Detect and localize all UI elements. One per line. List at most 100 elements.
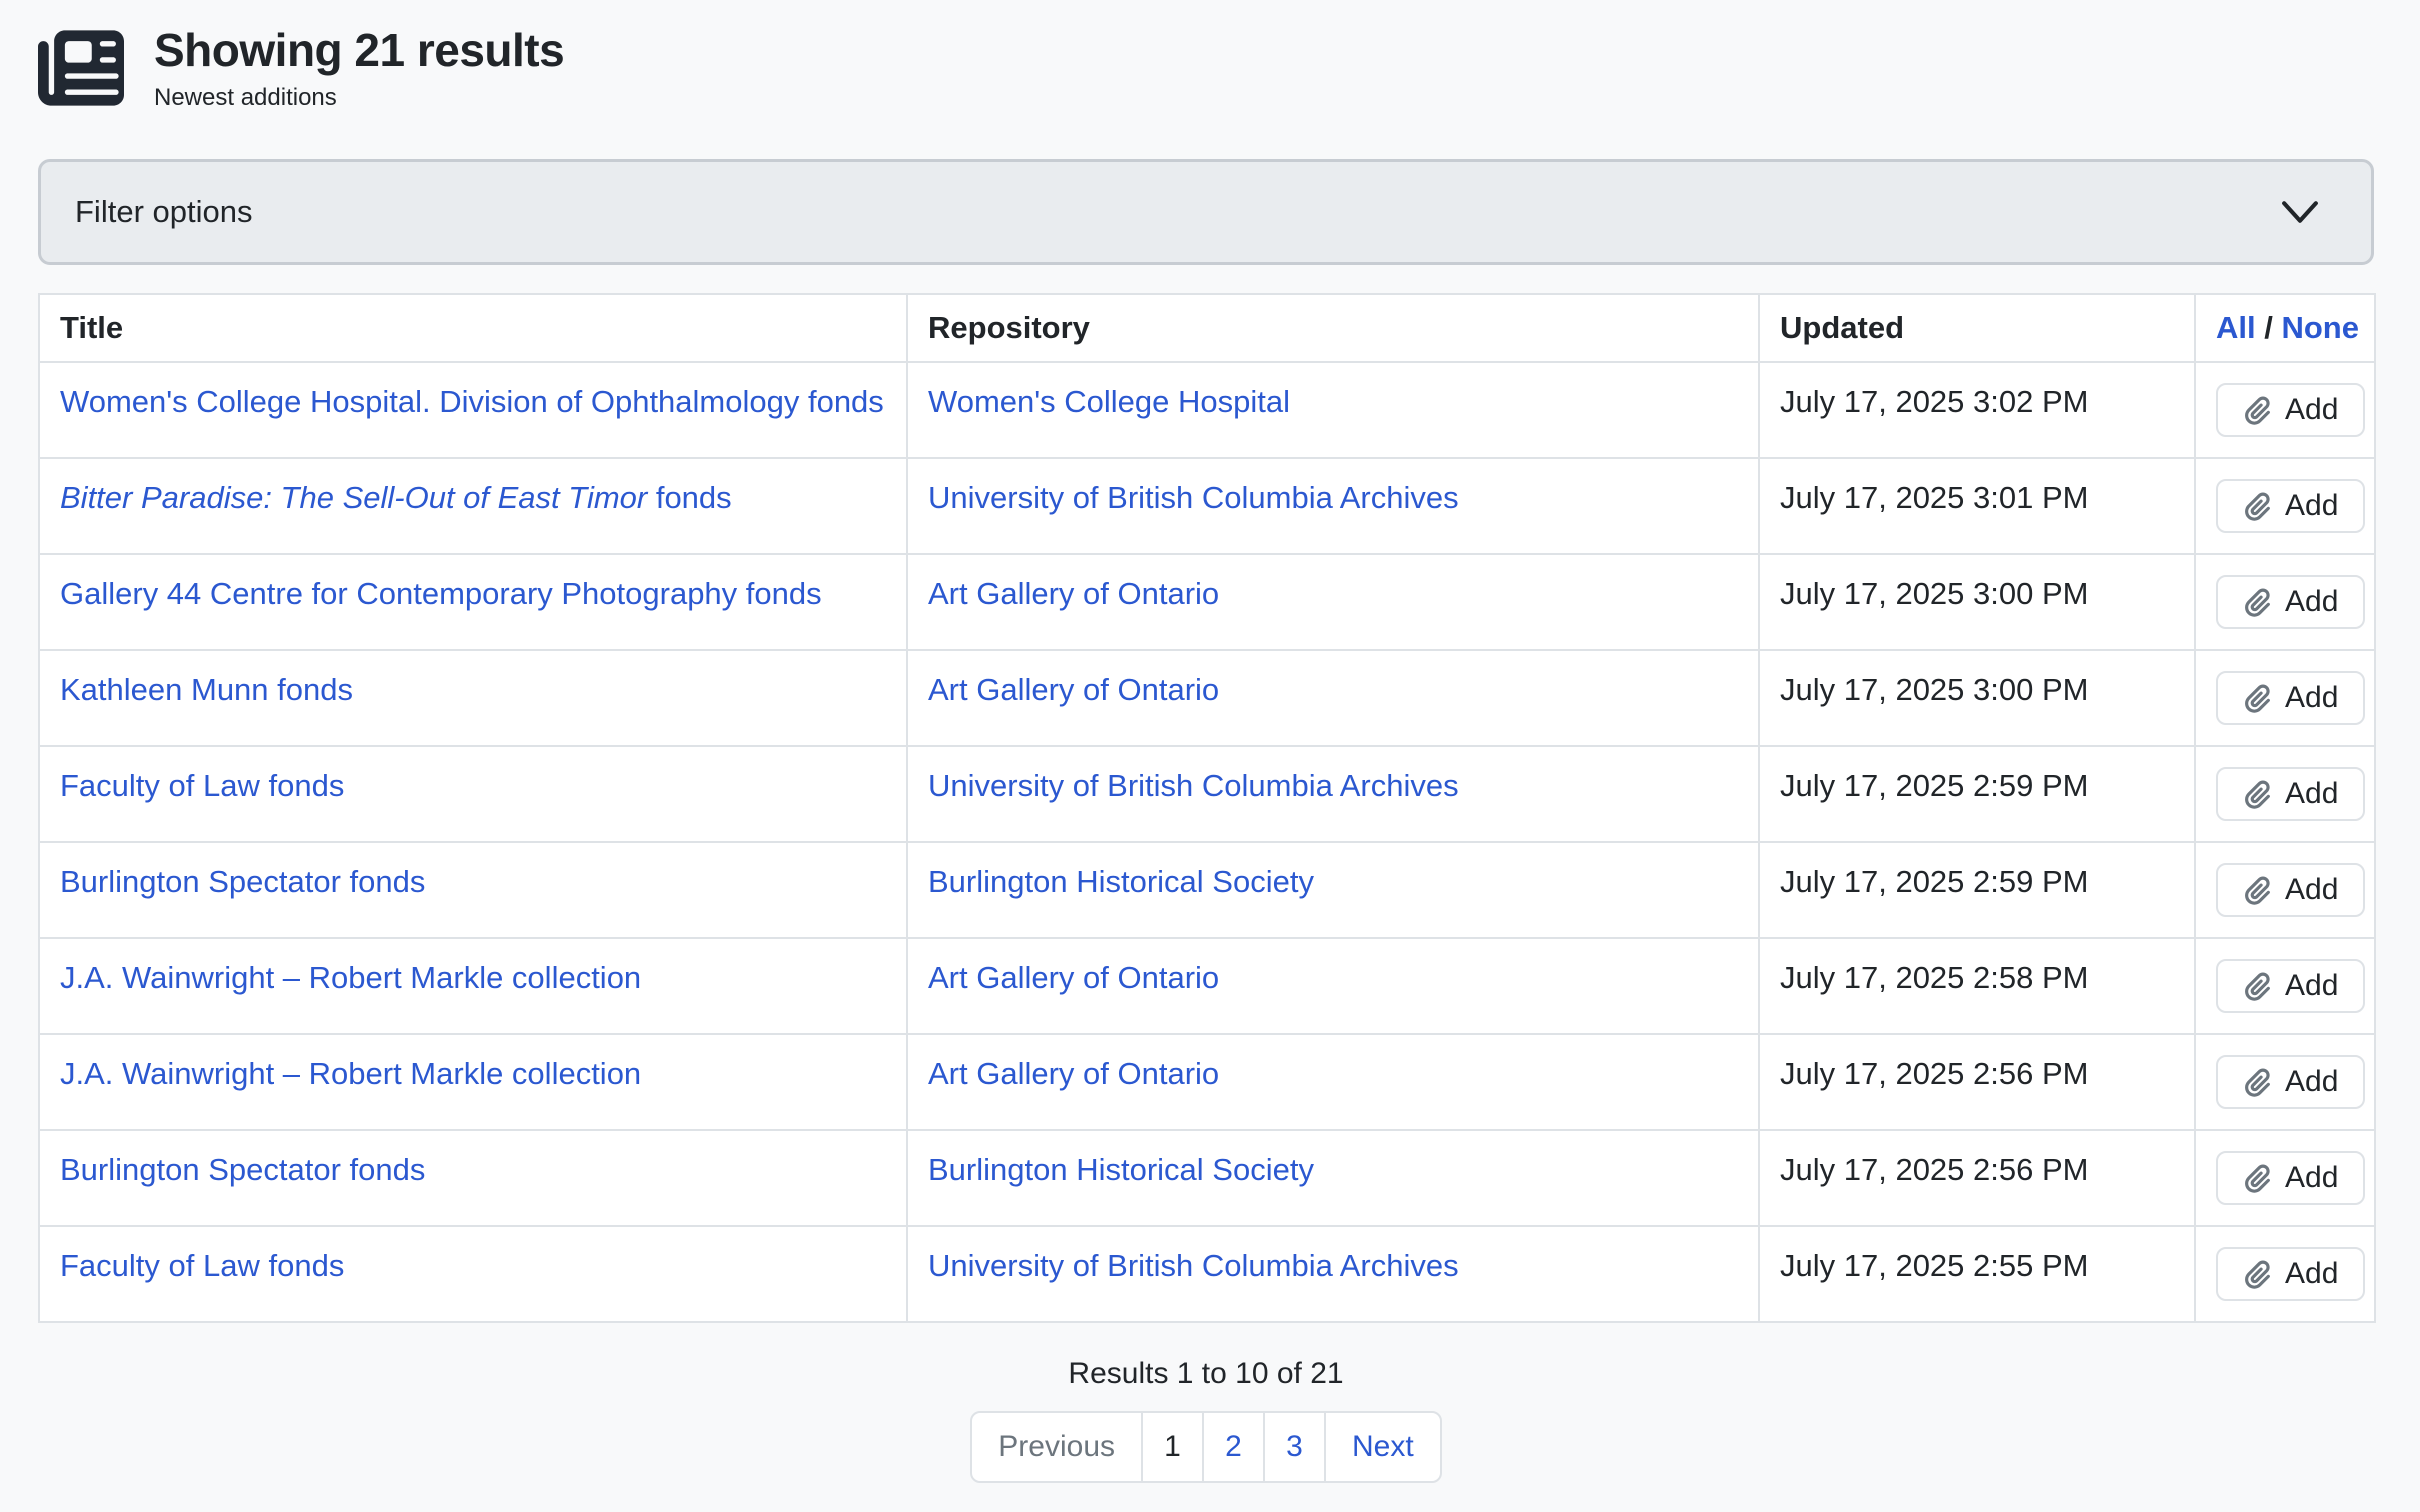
cell-title: J.A. Wainwright – Robert Markle collecti… — [39, 1034, 907, 1130]
table-row: Faculty of Law fonds University of Briti… — [39, 1226, 2375, 1322]
filter-options-toggle[interactable]: Filter options — [38, 159, 2374, 265]
paperclip-icon — [2243, 1068, 2272, 1097]
cell-title: Kathleen Munn fonds — [39, 650, 907, 746]
add-button-label: Add — [2285, 489, 2338, 523]
pagination-page-1[interactable]: 1 — [1141, 1411, 1204, 1483]
paperclip-icon — [2243, 396, 2272, 425]
paperclip-icon — [2243, 1260, 2272, 1289]
table-row: J.A. Wainwright – Robert Markle collecti… — [39, 938, 2375, 1034]
pagination-page-3[interactable]: 3 — [1263, 1411, 1326, 1483]
cell-repository: Women's College Hospital — [907, 362, 1759, 458]
repository-link[interactable]: Art Gallery of Ontario — [928, 960, 1219, 995]
chevron-down-icon — [2281, 200, 2319, 224]
table-row: Bitter Paradise: The Sell-Out of East Ti… — [39, 458, 2375, 554]
add-button[interactable]: Add — [2216, 1151, 2365, 1205]
cell-repository: University of British Columbia Archives — [907, 746, 1759, 842]
results-table: Title Repository Updated All / None Wome… — [38, 293, 2376, 1323]
table-row: J.A. Wainwright – Robert Markle collecti… — [39, 1034, 2375, 1130]
updated-timestamp: July 17, 2025 2:56 PM — [1780, 1056, 2088, 1091]
cell-title: Burlington Spectator fonds — [39, 842, 907, 938]
cell-repository: Art Gallery of Ontario — [907, 650, 1759, 746]
add-button[interactable]: Add — [2216, 671, 2365, 725]
add-button-label: Add — [2285, 873, 2338, 907]
record-title-link[interactable]: Burlington Spectator fonds — [60, 864, 425, 899]
record-title-link[interactable]: Bitter Paradise: The Sell-Out of East Ti… — [60, 480, 732, 515]
select-all-link[interactable]: All — [2216, 310, 2256, 345]
add-button-label: Add — [2285, 393, 2338, 427]
results-table-body: Women's College Hospital. Division of Op… — [39, 362, 2375, 1322]
repository-link[interactable]: University of British Columbia Archives — [928, 480, 1459, 515]
cell-updated: July 17, 2025 2:55 PM — [1759, 1226, 2195, 1322]
cell-repository: Art Gallery of Ontario — [907, 1034, 1759, 1130]
record-title-link[interactable]: Gallery 44 Centre for Contemporary Photo… — [60, 576, 822, 611]
cell-add: Add — [2195, 1034, 2375, 1130]
pagination-next[interactable]: Next — [1324, 1411, 1442, 1483]
page-title: Showing 21 results — [154, 22, 564, 78]
add-button[interactable]: Add — [2216, 767, 2365, 821]
table-row: Burlington Spectator fonds Burlington Hi… — [39, 1130, 2375, 1226]
table-header-row: Title Repository Updated All / None — [39, 294, 2375, 362]
record-title-link[interactable]: Faculty of Law fonds — [60, 768, 344, 803]
cell-updated: July 17, 2025 2:59 PM — [1759, 842, 2195, 938]
add-button[interactable]: Add — [2216, 1247, 2365, 1301]
cell-repository: University of British Columbia Archives — [907, 1226, 1759, 1322]
add-button[interactable]: Add — [2216, 959, 2365, 1013]
repository-link[interactable]: Burlington Historical Society — [928, 864, 1314, 899]
cell-title: J.A. Wainwright – Robert Markle collecti… — [39, 938, 907, 1034]
record-title-link[interactable]: Burlington Spectator fonds — [60, 1152, 425, 1187]
table-row: Burlington Spectator fonds Burlington Hi… — [39, 842, 2375, 938]
add-button[interactable]: Add — [2216, 1055, 2365, 1109]
add-button-label: Add — [2285, 969, 2338, 1003]
page-header: Showing 21 results Newest additions — [38, 22, 2374, 113]
clipboard-results-page: Showing 21 results Newest additions Filt… — [0, 0, 2420, 1483]
header-text: Showing 21 results Newest additions — [154, 22, 564, 113]
repository-link[interactable]: Burlington Historical Society — [928, 1152, 1314, 1187]
cell-updated: July 17, 2025 2:56 PM — [1759, 1130, 2195, 1226]
pagination-page-2[interactable]: 2 — [1202, 1411, 1265, 1483]
repository-link[interactable]: Art Gallery of Ontario — [928, 672, 1219, 707]
column-header-updated: Updated — [1759, 294, 2195, 362]
record-title-link[interactable]: Faculty of Law fonds — [60, 1248, 344, 1283]
add-button-label: Add — [2285, 1257, 2338, 1291]
add-button-label: Add — [2285, 1065, 2338, 1099]
record-title-link[interactable]: J.A. Wainwright – Robert Markle collecti… — [60, 1056, 641, 1091]
cell-add: Add — [2195, 746, 2375, 842]
record-title-link[interactable]: Women's College Hospital. Division of Op… — [60, 384, 884, 419]
cell-title: Faculty of Law fonds — [39, 1226, 907, 1322]
cell-title: Women's College Hospital. Division of Op… — [39, 362, 907, 458]
paperclip-icon — [2243, 972, 2272, 1001]
cell-updated: July 17, 2025 3:00 PM — [1759, 650, 2195, 746]
repository-link[interactable]: University of British Columbia Archives — [928, 1248, 1459, 1283]
record-title-link[interactable]: Kathleen Munn fonds — [60, 672, 353, 707]
add-button[interactable]: Add — [2216, 383, 2365, 437]
updated-timestamp: July 17, 2025 3:01 PM — [1780, 480, 2088, 515]
add-button[interactable]: Add — [2216, 575, 2365, 629]
updated-timestamp: July 17, 2025 3:02 PM — [1780, 384, 2088, 419]
cell-updated: July 17, 2025 2:58 PM — [1759, 938, 2195, 1034]
cell-updated: July 17, 2025 3:02 PM — [1759, 362, 2195, 458]
cell-title: Faculty of Law fonds — [39, 746, 907, 842]
paperclip-icon — [2243, 492, 2272, 521]
record-title-link[interactable]: J.A. Wainwright – Robert Markle collecti… — [60, 960, 641, 995]
select-none-link[interactable]: None — [2281, 310, 2359, 345]
add-button-label: Add — [2285, 585, 2338, 619]
paperclip-icon — [2243, 1164, 2272, 1193]
repository-link[interactable]: Art Gallery of Ontario — [928, 1056, 1219, 1091]
paperclip-icon — [2243, 876, 2272, 905]
cell-title: Burlington Spectator fonds — [39, 1130, 907, 1226]
add-button[interactable]: Add — [2216, 479, 2365, 533]
cell-add: Add — [2195, 458, 2375, 554]
table-row: Gallery 44 Centre for Contemporary Photo… — [39, 554, 2375, 650]
paperclip-icon — [2243, 780, 2272, 809]
repository-link[interactable]: University of British Columbia Archives — [928, 768, 1459, 803]
pagination-previous[interactable]: Previous — [970, 1411, 1143, 1483]
page-subtitle: Newest additions — [154, 83, 564, 113]
updated-timestamp: July 17, 2025 2:58 PM — [1780, 960, 2088, 995]
repository-link[interactable]: Art Gallery of Ontario — [928, 576, 1219, 611]
repository-link[interactable]: Women's College Hospital — [928, 384, 1290, 419]
column-header-repository: Repository — [907, 294, 1759, 362]
cell-add: Add — [2195, 1130, 2375, 1226]
add-button[interactable]: Add — [2216, 863, 2365, 917]
pagination: Previous 1 2 3 Next — [38, 1411, 2374, 1483]
cell-updated: July 17, 2025 2:56 PM — [1759, 1034, 2195, 1130]
